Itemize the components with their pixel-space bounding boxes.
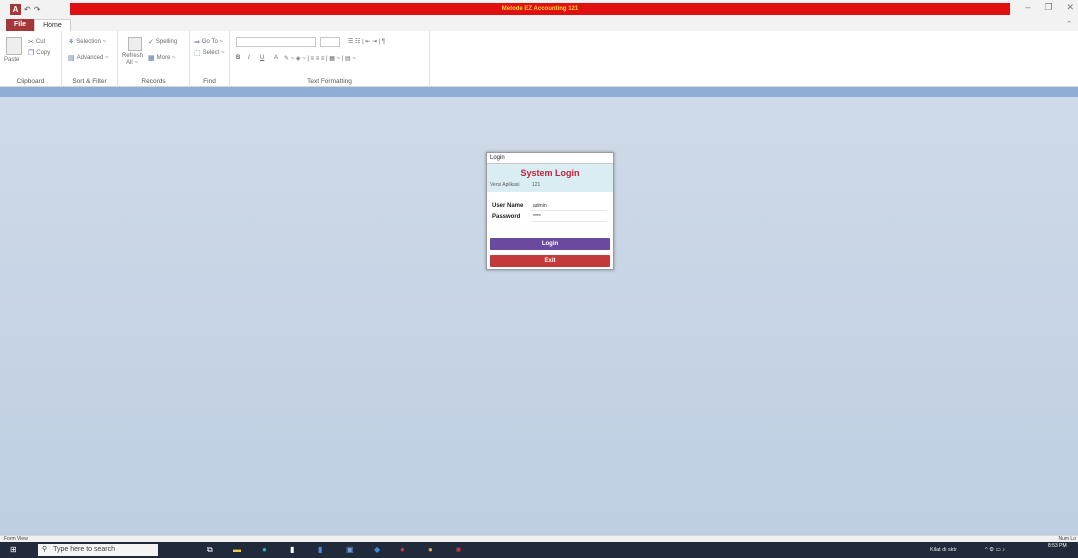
arrow-right-icon: ⇒ — [194, 39, 200, 46]
group-label-text-formatting: Text Formatting — [307, 78, 352, 85]
group-clipboard: Paste ✂ Cut ❐ Copy Clipboard — [0, 31, 62, 87]
refresh-all-label[interactable]: All ~ — [126, 60, 138, 66]
close-icon[interactable]: ✕ — [1066, 2, 1074, 13]
tab-file[interactable]: File — [6, 19, 35, 31]
login-heading: System Login — [520, 168, 580, 178]
username-label: User Name — [492, 203, 524, 209]
group-find: ⇒ Go To ~ ⬚ Select ~ Find — [190, 31, 230, 87]
taskbar-search[interactable]: ⚲ Type here to search — [38, 544, 158, 556]
cut-button[interactable]: ✂ Cut — [28, 38, 45, 46]
font-name-dropdown[interactable] — [236, 37, 316, 47]
title-bar: A ↶ ↷ Metode EZ Accounting 121 – ❐ ✕ — [0, 0, 1078, 18]
font-color-button[interactable]: A — [274, 55, 278, 61]
password-label: Password — [492, 214, 521, 220]
goto-button[interactable]: ⇒ Go To ~ — [194, 38, 223, 46]
chrome-icon[interactable]: ● — [428, 544, 433, 556]
app-icon[interactable]: ▮ — [318, 544, 322, 556]
group-label-find: Find — [203, 78, 216, 85]
edge-icon[interactable]: ● — [262, 544, 267, 556]
quick-access-toolbar: A ↶ ↷ — [0, 0, 68, 18]
document-icon[interactable]: ▮ — [290, 544, 294, 556]
underline-button[interactable]: U — [260, 55, 264, 61]
bold-button[interactable]: B — [236, 55, 240, 61]
copy-button[interactable]: ❐ Copy — [28, 49, 50, 57]
select-icon: ⬚ — [194, 50, 201, 57]
italic-button[interactable]: I — [248, 55, 250, 61]
password-field[interactable] — [531, 213, 607, 222]
advanced-filter-icon: ▤ — [68, 55, 75, 62]
copy-icon: ❐ — [28, 50, 35, 57]
more-icon: ▦ — [148, 55, 155, 62]
undo-icon[interactable]: ↶ — [24, 5, 31, 14]
username-field[interactable] — [531, 202, 607, 211]
group-label-records: Records — [141, 78, 166, 85]
group-text-formatting: ☰ ☷ | ⇤ ⇥ | ¶ B I U A ✎ ~ ◈ ~ | ≡ ≡ ≡ | … — [230, 31, 430, 87]
group-label-clipboard: Clipboard — [16, 78, 45, 85]
window-controls: – ❐ ✕ — [1025, 2, 1074, 13]
dialog-caption: Login — [487, 153, 613, 164]
ribbon-separator-band — [0, 87, 1078, 97]
group-sort-filter: ⚘ Selection ~ ▤ Advanced ~ Sort & Filter — [62, 31, 118, 87]
paste-icon[interactable] — [6, 37, 22, 55]
access-app-icon: A — [10, 3, 21, 15]
ribbon-collapse-icon[interactable]: ⌃ — [1066, 20, 1072, 28]
minimize-icon[interactable]: – — [1025, 2, 1030, 13]
more-button[interactable]: ▦ More ~ — [148, 54, 175, 62]
window-title: Metode EZ Accounting 121 — [70, 3, 1010, 15]
start-icon[interactable]: ⊞ — [10, 544, 17, 556]
login-header: System Login Versi Aplikasi 121 — [487, 164, 613, 192]
login-button[interactable]: Login — [490, 238, 610, 250]
group-records: Refresh All ~ ✓ Spelling ▦ More ~ Records — [118, 31, 190, 87]
refresh-icon[interactable] — [128, 37, 142, 51]
search-icon: ⚲ — [42, 546, 48, 553]
selection-button[interactable]: ⚘ Selection ~ — [68, 38, 106, 46]
search-placeholder: Type here to search — [53, 546, 116, 553]
ribbon: Paste ✂ Cut ❐ Copy Clipboard ⚘ Selection ~ … — [0, 31, 1078, 87]
windows-taskbar: ⊞ ⚲ Type here to search ⧉ ▬ ● ▮ ▮ ▣ ◆ ● … — [0, 542, 1078, 558]
login-form: User Name Password — [487, 192, 613, 232]
scissors-icon: ✂ — [28, 39, 34, 46]
version-value: 121 — [532, 182, 541, 188]
restore-icon[interactable]: ❐ — [1044, 2, 1052, 13]
refresh-button[interactable]: Refresh — [122, 53, 143, 59]
select-button[interactable]: ⬚ Select ~ — [194, 49, 224, 57]
redo-icon[interactable]: ↷ — [34, 5, 41, 14]
spelling-icon: ✓ — [148, 39, 154, 46]
opera-icon[interactable]: ● — [400, 544, 405, 556]
exit-button[interactable]: Exit — [490, 255, 610, 267]
filter-selection-icon: ⚘ — [68, 39, 75, 46]
list-icons[interactable]: ☰ ☷ | ⇤ ⇥ | ¶ — [348, 38, 385, 45]
tray-icons[interactable]: ^ ⚙ ▭ ♪ — [985, 544, 1005, 556]
task-view-icon[interactable]: ⧉ — [207, 544, 213, 556]
tab-home[interactable]: Home — [34, 19, 71, 31]
ribbon-tabs: File Home ⌃ — [0, 18, 1078, 31]
weather-widget[interactable]: Kilat di sktr — [930, 544, 957, 556]
font-size-dropdown[interactable] — [320, 37, 340, 47]
paste-button[interactable]: Paste — [4, 57, 19, 63]
access-taskbar-icon[interactable]: ■ — [456, 544, 461, 556]
file-explorer-icon[interactable]: ▬ — [233, 544, 241, 556]
group-label-sort-filter: Sort & Filter — [72, 78, 107, 85]
advanced-button[interactable]: ▤ Advanced ~ — [68, 54, 108, 62]
login-dialog: Login System Login Versi Aplikasi 121 Us… — [486, 152, 614, 270]
align-icons[interactable]: ✎ ~ ◈ ~ | ≡ ≡ ≡ | ▦ ~ | ▤ ~ — [284, 55, 356, 62]
version-label: Versi Aplikasi — [490, 182, 520, 188]
mail-icon[interactable]: ▣ — [346, 544, 354, 556]
arrow-app-icon[interactable]: ◆ — [374, 544, 380, 556]
status-bar: Form View Num Lo — [0, 535, 1078, 542]
spelling-button[interactable]: ✓ Spelling — [148, 38, 177, 46]
clock-time[interactable]: 8:53 PM — [1048, 543, 1067, 550]
